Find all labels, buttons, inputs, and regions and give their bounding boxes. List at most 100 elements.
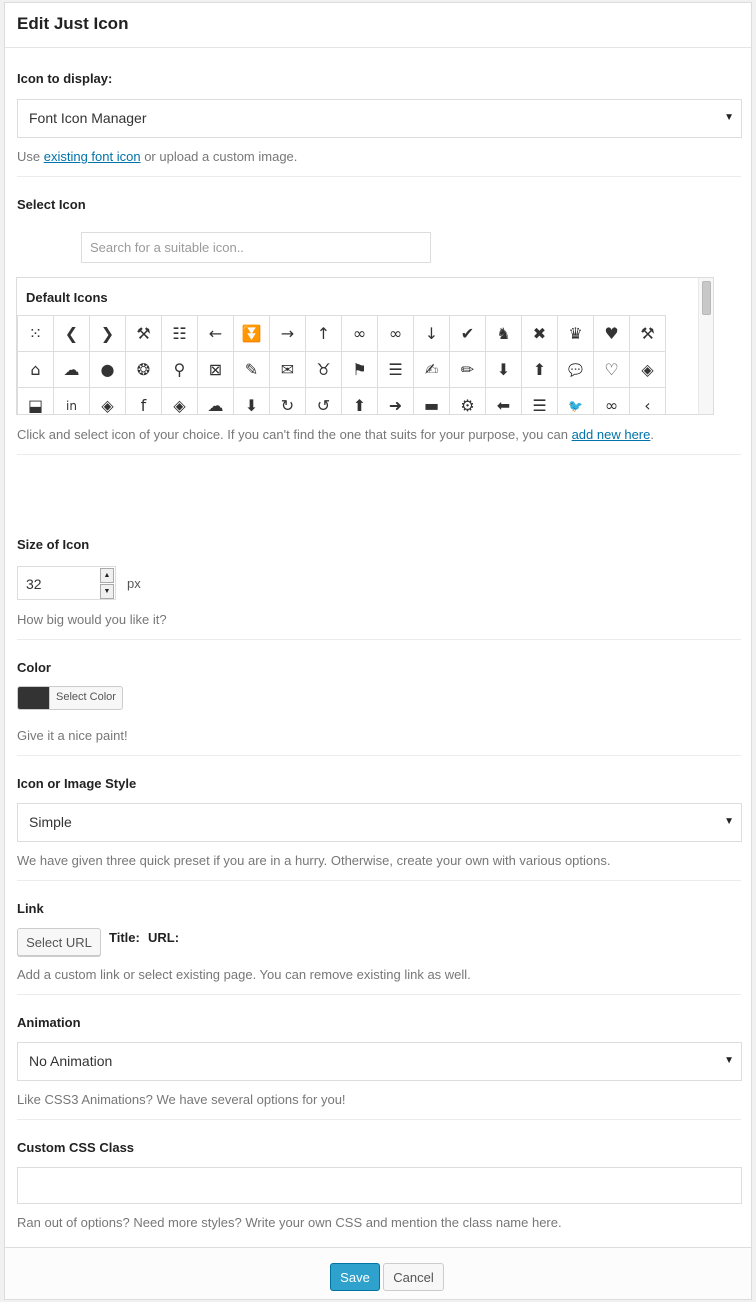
arrow-down-icon[interactable]: ↓ [414, 316, 450, 352]
animation-label: Animation [17, 1015, 81, 1030]
dialog-footer: Save Cancel [5, 1247, 751, 1299]
stack-icon[interactable]: ◈ [162, 388, 198, 414]
icon-grid: ⁙ ❮ ❯ ⚒ ☷ ← ⏬ → ↑ ∞ ∞ ↓ ✔ ♞ ✖ ♛ ♥ ⚒ ⌂ ☁ ● ❂ ⚲ ⊠ ✎ ✉ ♉ ⚑ ☰ ✍ ✏ ⬇ ⬆ 💬 ♡ ◈ ⬓ in ◈… [17, 315, 666, 414]
divider [17, 1119, 741, 1120]
user-icon[interactable]: ● [90, 352, 126, 388]
envelope-icon[interactable]: ✉ [270, 352, 306, 388]
layers-icon[interactable]: ◈ [630, 352, 666, 388]
size-label: Size of Icon [17, 537, 90, 552]
icon-search-input[interactable] [81, 232, 431, 263]
arrow-up-icon[interactable]: ↑ [306, 316, 342, 352]
layers-alt-icon[interactable]: ◈ [90, 388, 126, 414]
circle-rotate-right-icon[interactable]: ↻ [270, 388, 306, 414]
heart-icon[interactable]: ♥ [594, 316, 630, 352]
icon-display-label: Icon to display: [17, 71, 113, 86]
help-text-end: . [650, 427, 654, 442]
color-label: Color [17, 660, 51, 675]
help-text: Click and select icon of your choice. If… [17, 427, 572, 442]
arrow-right-icon[interactable]: → [270, 316, 306, 352]
grid-dots-icon[interactable]: ⁙ [18, 316, 54, 352]
glasses-outline-icon[interactable]: ∞ [378, 316, 414, 352]
arrow-left-icon[interactable]: ← [198, 316, 234, 352]
link-help: Add a custom link or select existing pag… [17, 967, 471, 982]
divider [17, 176, 741, 177]
style-select[interactable]: Simple ▼ [17, 803, 742, 842]
css-class-input[interactable] [17, 1167, 742, 1204]
color-swatch [18, 687, 49, 709]
help-text: Use [17, 149, 44, 164]
angle-left-icon[interactable]: ‹ [630, 388, 666, 414]
size-value: 32 [26, 576, 42, 592]
link-title-label: Title: [109, 930, 140, 945]
tags-icon[interactable]: ⚑ [342, 352, 378, 388]
twitter-icon[interactable]: 🐦 [558, 388, 594, 414]
close-icon[interactable]: ✖ [522, 316, 558, 352]
edit-note-icon[interactable]: ✍ [414, 352, 450, 388]
gears-icon[interactable]: ⚙ [450, 388, 486, 414]
circle-arrow-left-icon[interactable]: ⬅ [486, 388, 522, 414]
style-label: Icon or Image Style [17, 776, 137, 791]
animation-help: Like CSS3 Animations? We have several op… [17, 1092, 346, 1107]
glasses-icon[interactable]: ∞ [342, 316, 378, 352]
sliders-icon[interactable]: ☰ [522, 388, 558, 414]
style-help: We have given three quick preset if you … [17, 853, 611, 868]
css-class-help: Ran out of options? Need more styles? Wr… [17, 1215, 562, 1230]
edit-icon-dialog: Edit Just Icon Icon to display: Font Ico… [4, 2, 752, 1300]
add-new-icon-link[interactable]: add new here [572, 427, 651, 442]
equalizer-icon[interactable]: ☷ [162, 316, 198, 352]
brush-icon[interactable]: ✎ [234, 352, 270, 388]
chess-queen-icon[interactable]: ♛ [558, 316, 594, 352]
existing-font-icon-link[interactable]: existing font icon [44, 149, 141, 164]
animation-select[interactable]: No Animation ▼ [17, 1042, 742, 1081]
circle-down-icon[interactable]: ⬇ [486, 352, 522, 388]
drive-icon[interactable]: ▬ [414, 388, 450, 414]
select-url-button[interactable]: Select URL [17, 928, 101, 956]
select-icon-label: Select Icon [17, 197, 86, 212]
circle-up-icon[interactable]: ⬆ [522, 352, 558, 388]
chess-knight-icon[interactable]: ♞ [486, 316, 522, 352]
link-icon[interactable]: ∞ [594, 388, 630, 414]
cancel-button[interactable]: Cancel [383, 1263, 444, 1291]
aperture-icon[interactable]: ❂ [126, 352, 162, 388]
decrement-icon[interactable]: ▼ [100, 584, 114, 599]
divider [17, 454, 741, 455]
circle-rotate-left-icon[interactable]: ↺ [306, 388, 342, 414]
pencil-icon[interactable]: ✏ [450, 352, 486, 388]
home-icon[interactable]: ⌂ [18, 352, 54, 388]
color-picker-button[interactable]: Select Color [17, 686, 123, 710]
scrollbar-thumb[interactable] [702, 281, 711, 315]
comments-icon[interactable]: ☁ [198, 388, 234, 414]
circle-arrow-down-icon[interactable]: ⬇ [234, 388, 270, 414]
help-text-end: or upload a custom image. [140, 149, 298, 164]
circle-arrow-right-icon[interactable]: ➜ [378, 388, 414, 414]
chevron-right-icon[interactable]: ❯ [90, 316, 126, 352]
style-value: Simple [29, 814, 72, 830]
facebook-icon[interactable]: f [126, 388, 162, 414]
inbox-download-icon[interactable]: ⬓ [18, 388, 54, 414]
bull-head-icon[interactable]: ♉ [306, 352, 342, 388]
size-input[interactable]: 32 ▲ ▼ [17, 566, 116, 600]
checkmark-icon[interactable]: ✔ [450, 316, 486, 352]
search-icon[interactable]: ⚲ [162, 352, 198, 388]
increment-icon[interactable]: ▲ [100, 568, 114, 583]
speech-bubble-icon[interactable]: 💬 [558, 352, 594, 388]
circle-arrow-up-icon[interactable]: ⬆ [342, 388, 378, 414]
gavel-icon[interactable]: ⚒ [126, 316, 162, 352]
stack-outline-icon[interactable]: ☰ [378, 352, 414, 388]
chat-bubbles-icon[interactable]: ☁ [54, 352, 90, 388]
select-icon-help: Click and select icon of your choice. If… [17, 427, 654, 442]
size-help: How big would you like it? [17, 612, 167, 627]
hammer-icon[interactable]: ⚒ [630, 316, 666, 352]
zoom-icon[interactable]: ⊠ [198, 352, 234, 388]
linkedin-icon[interactable]: in [54, 388, 90, 414]
size-unit: px [127, 576, 141, 591]
icon-picker-scrollbar[interactable] [698, 278, 713, 414]
animation-value: No Animation [29, 1053, 113, 1069]
chevron-down-icon: ▼ [724, 1055, 734, 1066]
heart-outline-icon[interactable]: ♡ [594, 352, 630, 388]
save-button[interactable]: Save [330, 1263, 380, 1291]
icon-display-select[interactable]: Font Icon Manager ▼ [17, 99, 742, 138]
divider [17, 994, 741, 995]
double-chevron-down-icon[interactable]: ⏬ [234, 316, 270, 352]
chevron-left-icon[interactable]: ❮ [54, 316, 90, 352]
